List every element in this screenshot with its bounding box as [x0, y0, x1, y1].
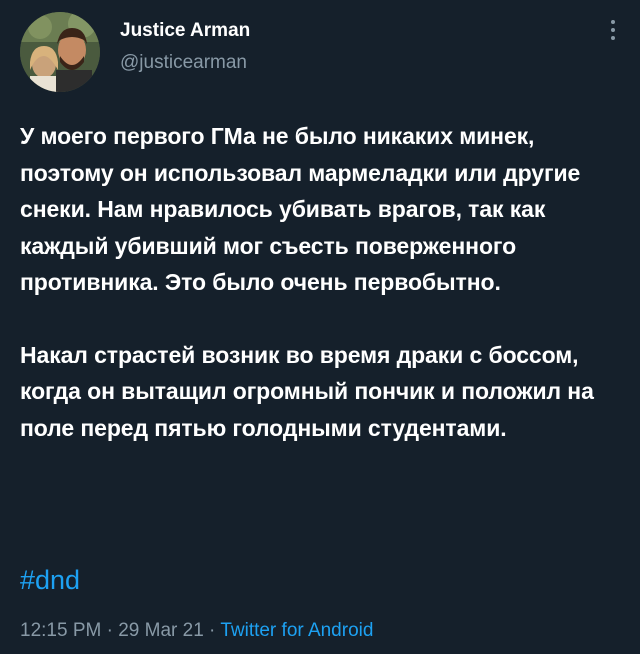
- tweet-time: 12:15 PM: [20, 620, 102, 641]
- author-handle[interactable]: @justicearman: [120, 50, 250, 76]
- meta-separator: ·: [203, 620, 221, 641]
- tweet-meta: 12:15 PM · 29 Mar 21 · Twitter for Andro…: [20, 620, 373, 642]
- more-vertical-icon[interactable]: [606, 20, 620, 50]
- tweet-card: Justice Arman @justicearman У моего перв…: [0, 0, 640, 654]
- meta-separator: ·: [101, 620, 119, 641]
- tweet-paragraph: Накал страстей возник во время драки с б…: [20, 341, 594, 441]
- tweet-source-link[interactable]: Twitter for Android: [220, 620, 373, 641]
- tweet-header: Justice Arman @justicearman: [20, 12, 620, 92]
- tweet-paragraph: У моего первого ГМа не было никаких мине…: [20, 123, 581, 295]
- tweet-text: У моего первого ГМа не было никаких мине…: [20, 118, 630, 446]
- author-display-name[interactable]: Justice Arman: [120, 18, 250, 44]
- avatar[interactable]: [20, 12, 100, 92]
- user-info: Justice Arman @justicearman: [120, 18, 250, 76]
- hashtag-link[interactable]: #dnd: [20, 565, 80, 596]
- tweet-date[interactable]: 29 Mar 21: [118, 620, 204, 641]
- avatar-photo: [20, 12, 100, 92]
